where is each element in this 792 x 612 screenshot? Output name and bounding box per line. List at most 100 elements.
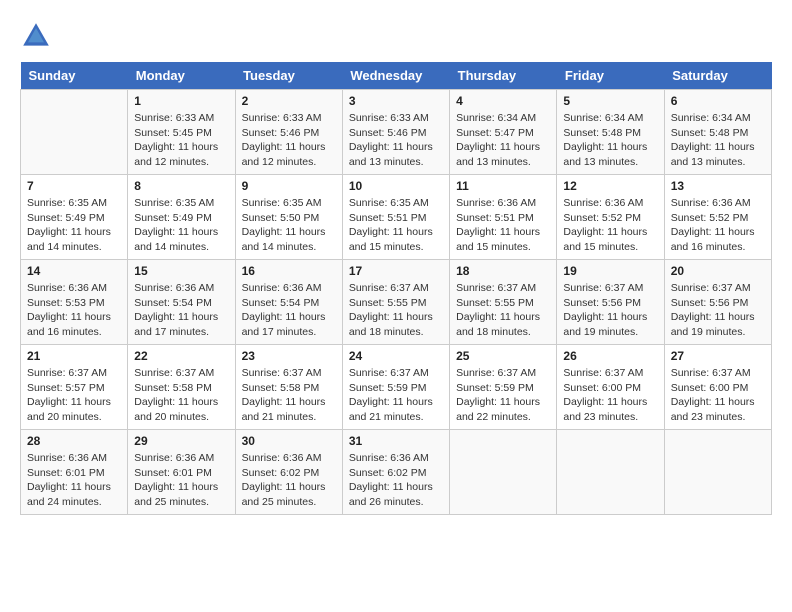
calendar-week-2: 7 Sunrise: 6:35 AMSunset: 5:49 PMDaylight…	[21, 175, 772, 260]
day-number: 10	[349, 179, 443, 193]
day-info: Sunrise: 6:34 AMSunset: 5:48 PMDaylight:…	[671, 111, 765, 170]
calendar-cell: 3 Sunrise: 6:33 AMSunset: 5:46 PMDaylight…	[342, 90, 449, 175]
day-number: 11	[456, 179, 550, 193]
calendar-cell: 17 Sunrise: 6:37 AMSunset: 5:55 PMDayligh…	[342, 260, 449, 345]
day-number: 27	[671, 349, 765, 363]
day-number: 26	[563, 349, 657, 363]
day-number: 7	[27, 179, 121, 193]
day-info: Sunrise: 6:35 AMSunset: 5:49 PMDaylight:…	[134, 196, 228, 255]
calendar-cell: 11 Sunrise: 6:36 AMSunset: 5:51 PMDayligh…	[450, 175, 557, 260]
day-info: Sunrise: 6:36 AMSunset: 6:02 PMDaylight:…	[349, 451, 443, 510]
weekday-header-sunday: Sunday	[21, 62, 128, 90]
calendar-cell: 2 Sunrise: 6:33 AMSunset: 5:46 PMDaylight…	[235, 90, 342, 175]
weekday-header-saturday: Saturday	[664, 62, 771, 90]
calendar-cell: 10 Sunrise: 6:35 AMSunset: 5:51 PMDayligh…	[342, 175, 449, 260]
day-number: 4	[456, 94, 550, 108]
calendar-cell: 29 Sunrise: 6:36 AMSunset: 6:01 PMDayligh…	[128, 430, 235, 515]
day-info: Sunrise: 6:34 AMSunset: 5:47 PMDaylight:…	[456, 111, 550, 170]
day-info: Sunrise: 6:37 AMSunset: 5:59 PMDaylight:…	[349, 366, 443, 425]
calendar-cell	[664, 430, 771, 515]
day-number: 31	[349, 434, 443, 448]
day-info: Sunrise: 6:33 AMSunset: 5:45 PMDaylight:…	[134, 111, 228, 170]
weekday-header-row: SundayMondayTuesdayWednesdayThursdayFrid…	[21, 62, 772, 90]
calendar-week-3: 14 Sunrise: 6:36 AMSunset: 5:53 PMDayligh…	[21, 260, 772, 345]
day-info: Sunrise: 6:37 AMSunset: 5:58 PMDaylight:…	[242, 366, 336, 425]
day-info: Sunrise: 6:35 AMSunset: 5:50 PMDaylight:…	[242, 196, 336, 255]
day-info: Sunrise: 6:35 AMSunset: 5:49 PMDaylight:…	[27, 196, 121, 255]
calendar-cell: 28Sunrise: 6:36 AMSunset: 6:01 PMDayligh…	[21, 430, 128, 515]
calendar-body: 1 Sunrise: 6:33 AMSunset: 5:45 PMDaylight…	[21, 90, 772, 515]
weekday-header-wednesday: Wednesday	[342, 62, 449, 90]
calendar-cell: 6 Sunrise: 6:34 AMSunset: 5:48 PMDaylight…	[664, 90, 771, 175]
day-info: Sunrise: 6:33 AMSunset: 5:46 PMDaylight:…	[349, 111, 443, 170]
weekday-header-tuesday: Tuesday	[235, 62, 342, 90]
day-number: 1	[134, 94, 228, 108]
calendar-cell: 19Sunrise: 6:37 AMSunset: 5:56 PMDayligh…	[557, 260, 664, 345]
calendar-cell: 20Sunrise: 6:37 AMSunset: 5:56 PMDayligh…	[664, 260, 771, 345]
calendar-cell: 8Sunrise: 6:35 AMSunset: 5:49 PMDaylight…	[128, 175, 235, 260]
day-info: Sunrise: 6:35 AMSunset: 5:51 PMDaylight:…	[349, 196, 443, 255]
day-number: 25	[456, 349, 550, 363]
day-info: Sunrise: 6:36 AMSunset: 6:02 PMDaylight:…	[242, 451, 336, 510]
calendar-cell: 9 Sunrise: 6:35 AMSunset: 5:50 PMDaylight…	[235, 175, 342, 260]
day-info: Sunrise: 6:36 AMSunset: 5:51 PMDaylight:…	[456, 196, 550, 255]
logo-icon	[20, 20, 52, 52]
calendar-cell: 18 Sunrise: 6:37 AMSunset: 5:55 PMDayligh…	[450, 260, 557, 345]
day-info: Sunrise: 6:37 AMSunset: 5:59 PMDaylight:…	[456, 366, 550, 425]
calendar-cell: 22Sunrise: 6:37 AMSunset: 5:58 PMDayligh…	[128, 345, 235, 430]
weekday-header-thursday: Thursday	[450, 62, 557, 90]
day-number: 16	[242, 264, 336, 278]
calendar-cell: 4 Sunrise: 6:34 AMSunset: 5:47 PMDaylight…	[450, 90, 557, 175]
day-info: Sunrise: 6:33 AMSunset: 5:46 PMDaylight:…	[242, 111, 336, 170]
calendar-cell: 24 Sunrise: 6:37 AMSunset: 5:59 PMDayligh…	[342, 345, 449, 430]
calendar-cell: 5Sunrise: 6:34 AMSunset: 5:48 PMDaylight…	[557, 90, 664, 175]
calendar-cell: 23 Sunrise: 6:37 AMSunset: 5:58 PMDayligh…	[235, 345, 342, 430]
day-number: 2	[242, 94, 336, 108]
day-info: Sunrise: 6:37 AMSunset: 6:00 PMDaylight:…	[671, 366, 765, 425]
calendar-cell: 27 Sunrise: 6:37 AMSunset: 6:00 PMDayligh…	[664, 345, 771, 430]
day-number: 15	[134, 264, 228, 278]
day-number: 3	[349, 94, 443, 108]
day-info: Sunrise: 6:36 AMSunset: 5:53 PMDaylight:…	[27, 281, 121, 340]
calendar-cell	[557, 430, 664, 515]
calendar-week-1: 1 Sunrise: 6:33 AMSunset: 5:45 PMDaylight…	[21, 90, 772, 175]
page-header	[20, 20, 772, 52]
weekday-header-monday: Monday	[128, 62, 235, 90]
day-info: Sunrise: 6:37 AMSunset: 6:00 PMDaylight:…	[563, 366, 657, 425]
day-number: 29	[134, 434, 228, 448]
calendar-cell	[450, 430, 557, 515]
day-number: 18	[456, 264, 550, 278]
day-number: 24	[349, 349, 443, 363]
day-number: 23	[242, 349, 336, 363]
calendar-cell: 21 Sunrise: 6:37 AMSunset: 5:57 PMDayligh…	[21, 345, 128, 430]
calendar-cell: 7 Sunrise: 6:35 AMSunset: 5:49 PMDaylight…	[21, 175, 128, 260]
day-info: Sunrise: 6:36 AMSunset: 6:01 PMDaylight:…	[134, 451, 228, 510]
day-info: Sunrise: 6:37 AMSunset: 5:55 PMDaylight:…	[456, 281, 550, 340]
day-info: Sunrise: 6:34 AMSunset: 5:48 PMDaylight:…	[563, 111, 657, 170]
day-info: Sunrise: 6:36 AMSunset: 5:54 PMDaylight:…	[242, 281, 336, 340]
day-number: 21	[27, 349, 121, 363]
calendar-cell: 16 Sunrise: 6:36 AMSunset: 5:54 PMDayligh…	[235, 260, 342, 345]
day-number: 6	[671, 94, 765, 108]
day-info: Sunrise: 6:36 AMSunset: 5:52 PMDaylight:…	[563, 196, 657, 255]
calendar-week-4: 21 Sunrise: 6:37 AMSunset: 5:57 PMDayligh…	[21, 345, 772, 430]
day-info: Sunrise: 6:37 AMSunset: 5:56 PMDaylight:…	[671, 281, 765, 340]
day-number: 13	[671, 179, 765, 193]
calendar-cell: 13 Sunrise: 6:36 AMSunset: 5:52 PMDayligh…	[664, 175, 771, 260]
day-info: Sunrise: 6:37 AMSunset: 5:57 PMDaylight:…	[27, 366, 121, 425]
day-number: 14	[27, 264, 121, 278]
day-number: 19	[563, 264, 657, 278]
calendar-cell	[21, 90, 128, 175]
day-info: Sunrise: 6:36 AMSunset: 5:54 PMDaylight:…	[134, 281, 228, 340]
calendar-week-5: 28Sunrise: 6:36 AMSunset: 6:01 PMDayligh…	[21, 430, 772, 515]
calendar-cell: 31 Sunrise: 6:36 AMSunset: 6:02 PMDayligh…	[342, 430, 449, 515]
day-info: Sunrise: 6:37 AMSunset: 5:55 PMDaylight:…	[349, 281, 443, 340]
day-info: Sunrise: 6:37 AMSunset: 5:58 PMDaylight:…	[134, 366, 228, 425]
calendar-cell: 25 Sunrise: 6:37 AMSunset: 5:59 PMDayligh…	[450, 345, 557, 430]
calendar-cell: 15 Sunrise: 6:36 AMSunset: 5:54 PMDayligh…	[128, 260, 235, 345]
day-info: Sunrise: 6:36 AMSunset: 5:52 PMDaylight:…	[671, 196, 765, 255]
calendar-cell: 26 Sunrise: 6:37 AMSunset: 6:00 PMDayligh…	[557, 345, 664, 430]
day-number: 9	[242, 179, 336, 193]
calendar-table: SundayMondayTuesdayWednesdayThursdayFrid…	[20, 62, 772, 515]
day-number: 17	[349, 264, 443, 278]
